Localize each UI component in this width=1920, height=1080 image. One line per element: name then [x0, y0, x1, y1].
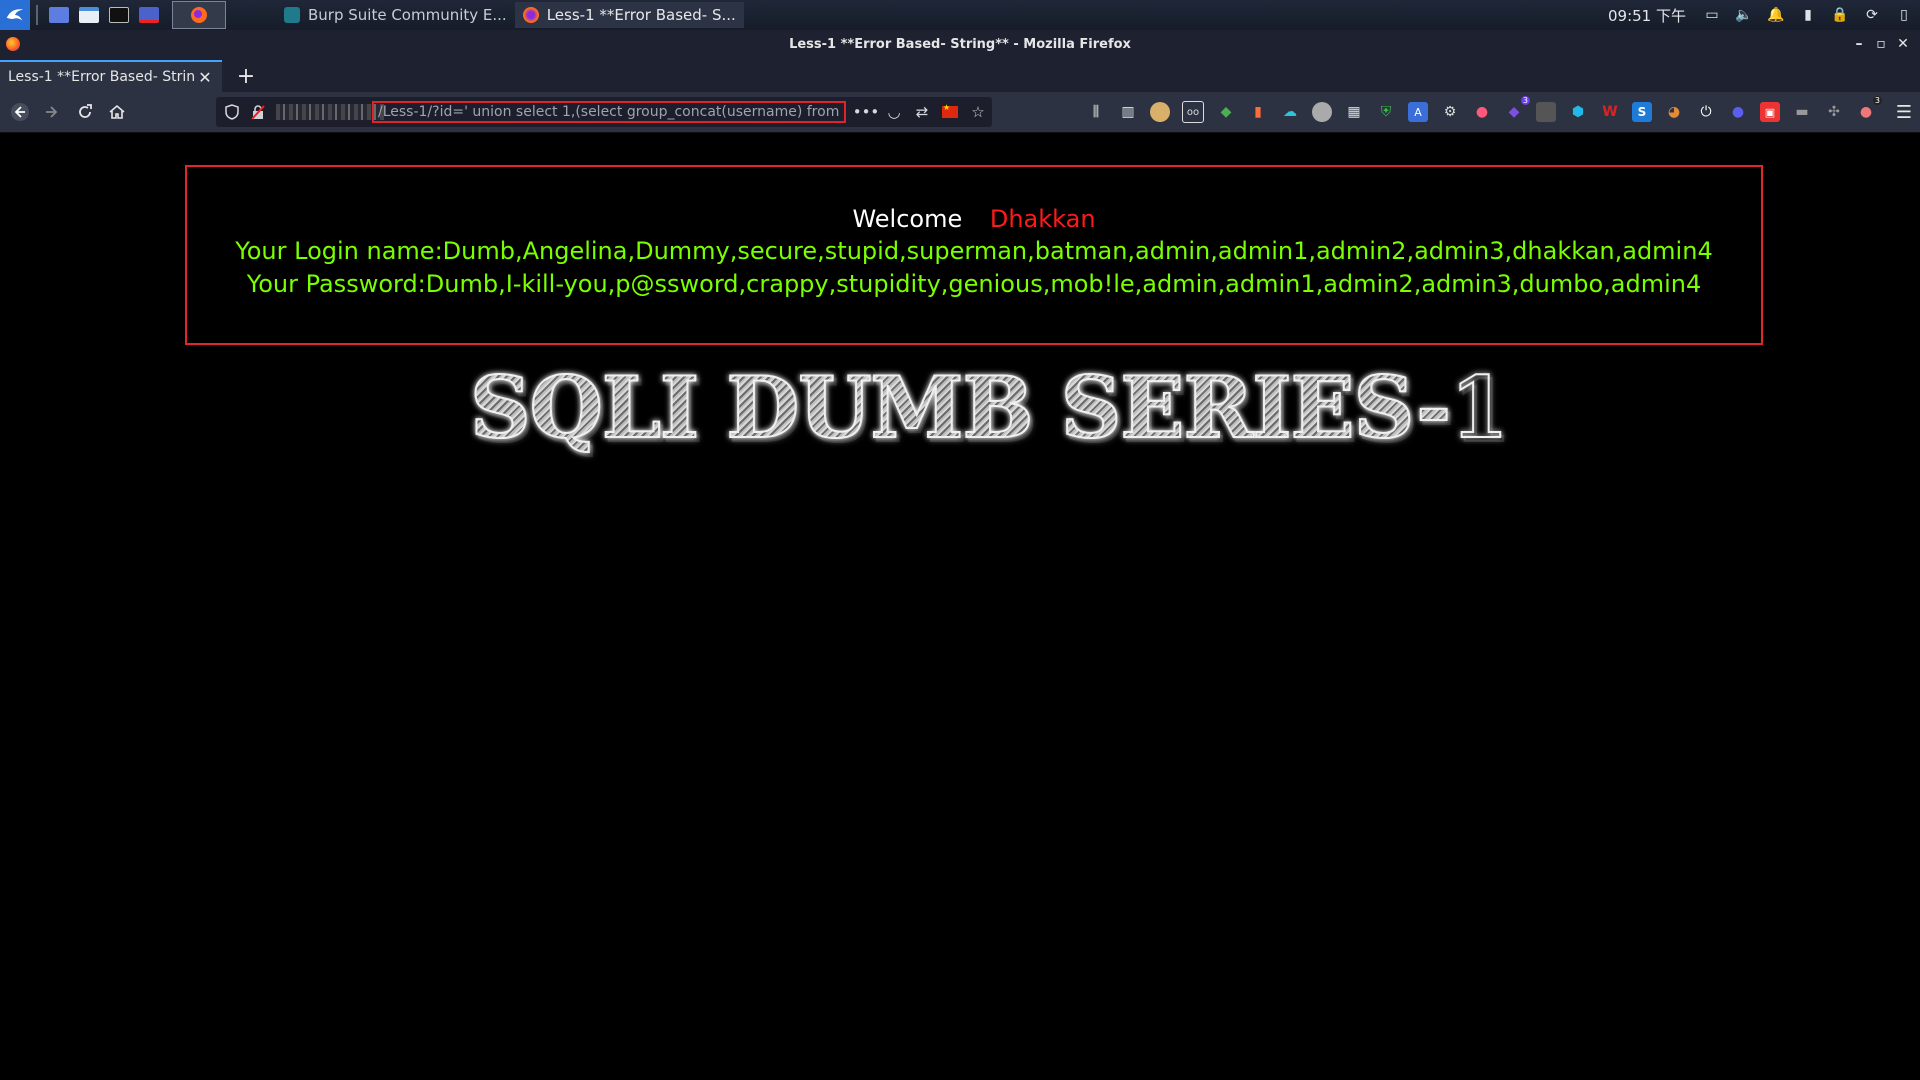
maximize-icon[interactable]: ▫ — [1870, 36, 1892, 52]
grid-apps-icon[interactable]: ▦ — [1344, 102, 1364, 122]
hamburger-menu-icon[interactable]: ☰ — [1896, 102, 1912, 123]
window-controls: – ▫ ✕ — [1848, 30, 1914, 58]
system-taskbar: Burp Suite Community E... Less-1 **Error… — [0, 0, 1920, 30]
notification-extension-icon[interactable]: ● 3 — [1856, 96, 1882, 122]
close-tab-icon[interactable]: ✕ — [196, 68, 214, 87]
reader-view-icon[interactable] — [1536, 102, 1556, 122]
sidebar-icon[interactable]: ▥ — [1118, 102, 1138, 122]
power-icon[interactable]: ⏻ — [1696, 102, 1716, 122]
taskbar-window-label: Burp Suite Community E... — [308, 6, 507, 24]
palette-icon[interactable]: ◕ — [1664, 102, 1684, 122]
page-content: Welcome Dhakkan Your Login name:Dumb,Ang… — [0, 133, 1920, 1080]
blurred-host — [276, 104, 384, 120]
location-pin-icon[interactable]: ● — [1472, 102, 1492, 122]
puzzle-icon[interactable]: ✣ — [1824, 102, 1844, 122]
navigation-toolbar: /Less-1/?id=' union select 1,(select gro… — [0, 92, 1920, 133]
pocket-icon[interactable]: ◡ — [880, 103, 908, 121]
reload-button[interactable] — [73, 100, 97, 124]
firefox-icon — [522, 7, 539, 23]
green-shield-icon[interactable]: ⛨ — [1376, 102, 1396, 122]
url-actions: ••• ◡ ⇄ ☆ — [852, 97, 992, 127]
home-icon — [109, 104, 125, 119]
notification-bell-icon[interactable]: 🔔 — [1767, 7, 1784, 23]
page-actions-icon[interactable]: ••• — [852, 103, 880, 121]
url-bar[interactable]: /Less-1/?id=' union select 1,(select gro… — [216, 97, 992, 127]
extension-badge: 3 — [1872, 96, 1882, 105]
library-icon[interactable]: ⫼ — [1086, 102, 1106, 122]
battery-icon[interactable]: ▮ — [1800, 7, 1816, 23]
s-extension-icon[interactable]: S — [1632, 102, 1652, 122]
china-flag-icon[interactable] — [942, 103, 958, 118]
tab-less-1[interactable]: Less-1 **Error Based- String** ✕ — [0, 60, 222, 92]
cube-icon[interactable]: ⬢ — [1568, 102, 1588, 122]
password-line: Your Password:Dumb,I-kill-you,p@ssword,c… — [246, 270, 1702, 298]
query-result-box: Welcome Dhakkan Your Login name:Dumb,Ang… — [185, 165, 1763, 345]
url-input[interactable]: /Less-1/?id=' union select 1,(select gro… — [372, 101, 846, 123]
tab-strip: Less-1 **Error Based- String** ✕ + — [0, 58, 1920, 92]
tab-title: Less-1 **Error Based- String** — [8, 69, 196, 85]
lock-screen-icon[interactable]: 🔒 — [1831, 7, 1848, 23]
system-tray: 09:51 下午 ▭ 🔈 🔔 ▮ 🔒 ⟳ ▯ — [1608, 0, 1920, 30]
settings-gear-icon[interactable]: ⚙ — [1440, 102, 1460, 122]
forward-arrow-icon — [46, 106, 58, 118]
insecure-connection-icon[interactable] — [250, 104, 266, 120]
extension-badge: 3 — [1520, 96, 1530, 105]
welcome-name: Dhakkan — [989, 205, 1096, 233]
stylus-icon[interactable]: ◆ 3 — [1504, 96, 1530, 122]
window-titlebar: Less-1 **Error Based- String** - Mozilla… — [0, 30, 1920, 58]
screen-recorder-icon[interactable] — [135, 2, 163, 28]
minimize-icon[interactable]: – — [1848, 36, 1870, 52]
terminal-icon[interactable] — [105, 2, 133, 28]
close-icon[interactable]: ✕ — [1892, 36, 1914, 52]
volume-icon[interactable]: 🔈 — [1735, 7, 1752, 23]
forward-button[interactable] — [40, 100, 64, 124]
taskbar-window-label: Less-1 **Error Based- S... — [546, 6, 736, 24]
workspace-icon[interactable] — [45, 2, 73, 28]
back-arrow-icon — [11, 103, 29, 121]
new-tab-button[interactable]: + — [232, 60, 260, 92]
red-box-icon[interactable]: ▣ — [1760, 102, 1780, 122]
burp-suite-icon — [284, 7, 300, 23]
moon-icon[interactable]: ● — [1728, 102, 1748, 122]
adblock-icon[interactable] — [1312, 102, 1332, 122]
taskbar-separator — [36, 5, 38, 25]
taskbar-window-firefox[interactable]: Less-1 **Error Based- S... — [514, 2, 744, 28]
firefox-icon — [6, 37, 20, 51]
foxyproxy-icon[interactable]: ▮ — [1248, 102, 1268, 122]
hackbar-icon[interactable]: oo — [1182, 101, 1204, 123]
bookmark-star-icon[interactable]: ☆ — [964, 103, 992, 121]
clock[interactable]: 09:51 下午 — [1608, 5, 1686, 26]
welcome-line: Welcome Dhakkan — [187, 205, 1761, 233]
w-extension-icon[interactable]: W — [1600, 102, 1620, 122]
home-button[interactable] — [105, 100, 129, 124]
cloud-icon[interactable]: ☁ — [1280, 102, 1300, 122]
extensions-toolbar: ⫼ ▥ oo ◆ ▮ ☁ ▦ ⛨ A ⚙ ● ◆ 3 ⬢ W S ◕ ⏻ ● ▣ … — [1080, 96, 1882, 124]
cookie-editor-icon[interactable] — [1150, 102, 1170, 122]
display-icon[interactable]: ▭ — [1704, 7, 1720, 23]
login-name-line: Your Login name:Dumb,Angelina,Dummy,secu… — [235, 237, 1713, 265]
sqli-series-banner: SQLI DUMB SERIES-1 — [469, 357, 1510, 458]
welcome-label: Welcome — [852, 205, 963, 233]
kali-menu-icon[interactable] — [0, 0, 30, 30]
tracking-protection-shield-icon[interactable] — [224, 104, 240, 120]
back-button[interactable] — [8, 100, 32, 124]
translator-icon[interactable]: A — [1408, 102, 1428, 122]
translate-icon[interactable]: ⇄ — [908, 103, 936, 121]
file-manager-icon[interactable] — [75, 2, 103, 28]
firefox-taskbar-icon[interactable] — [172, 1, 226, 29]
clipboard-icon[interactable]: ▯ — [1896, 7, 1912, 23]
taskbar-window-burp[interactable]: Burp Suite Community E... — [276, 2, 515, 28]
wappalyzer-icon[interactable]: ◆ — [1216, 102, 1236, 122]
window-title: Less-1 **Error Based- String** - Mozilla… — [789, 36, 1131, 52]
refresh-session-icon[interactable]: ⟳ — [1864, 7, 1880, 23]
reload-icon — [79, 104, 92, 118]
hat-icon[interactable]: ▬ — [1792, 102, 1812, 122]
